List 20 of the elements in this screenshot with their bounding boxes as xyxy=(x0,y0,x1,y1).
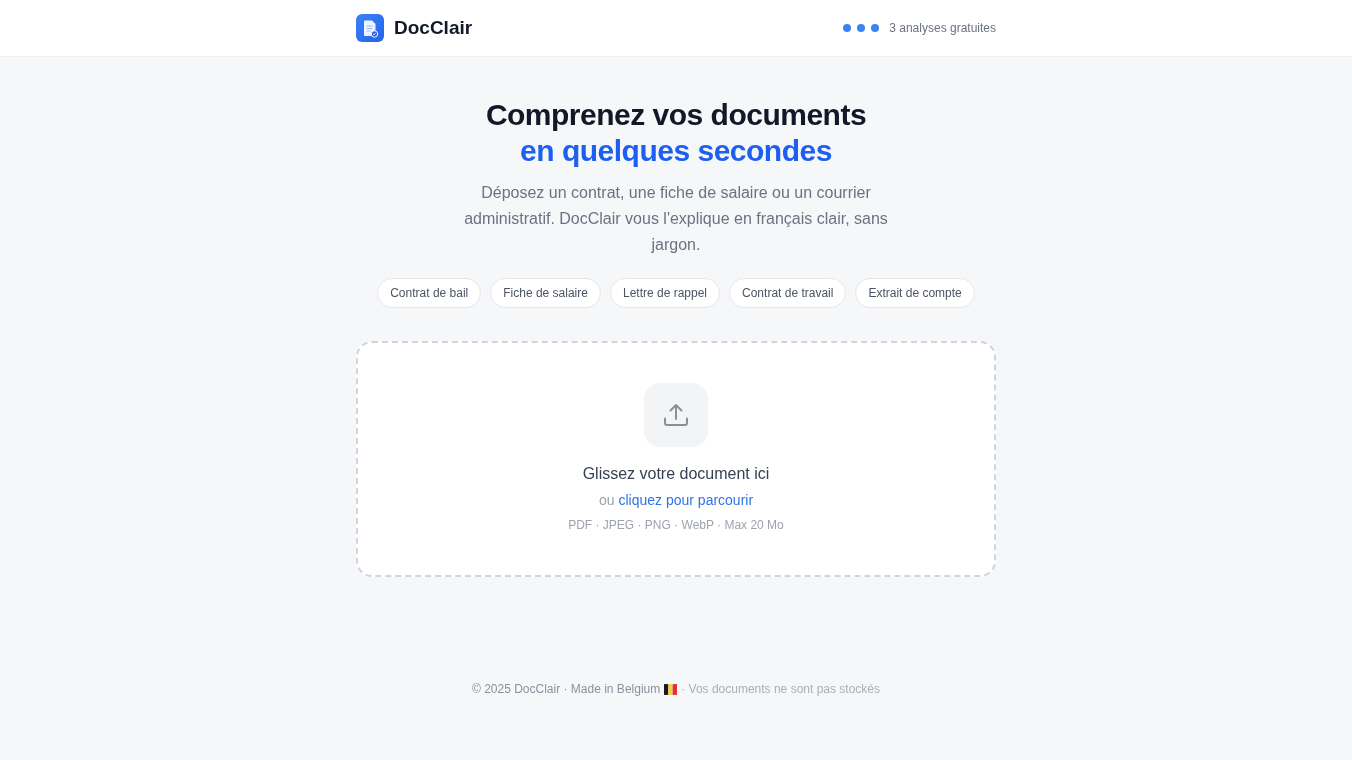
hero-subtitle: Déposez un contrat, une fiche de salaire ou un courrier administratif. DocClair vous l'explique en français clair, sans jargon. xyxy=(463,183,889,255)
example-chip[interactable]: Fiche de salaire xyxy=(490,278,601,308)
footer-copyright: © 2025 DocClair · Made in Belgium xyxy=(471,681,661,697)
footer-note: · Vos documents ne sont pas stockés xyxy=(681,681,880,697)
credits-label: 3 analyses gratuites xyxy=(889,21,996,35)
drop-prompt: Glissez votre document ici xyxy=(582,464,770,484)
example-chip[interactable]: Contrat de travail xyxy=(729,278,847,308)
example-chip[interactable]: Extrait de compte xyxy=(855,278,975,308)
or-text: ou xyxy=(598,491,615,509)
example-chip[interactable]: Contrat de bail xyxy=(377,278,482,308)
flag-icon xyxy=(664,683,678,695)
upload-icon xyxy=(644,383,708,447)
accepted-formats: PDF · JPEG · PNG · WebP · Max 20 Mo xyxy=(568,518,784,532)
browse-link[interactable]: cliquez pour parcourir xyxy=(618,491,754,509)
drop-zone[interactable]: Glissez votre document ici ou cliquez pour parcourir PDF · JPEG · PNG · WebP · Max 20 Mo xyxy=(356,341,996,577)
example-chip[interactable]: Lettre de rappel xyxy=(609,278,721,308)
brand-name: DocClair xyxy=(394,17,473,39)
hero-title: Comprenez vos documents xyxy=(485,97,867,133)
document-icon xyxy=(356,14,384,42)
hero-title-highlight: en quelques secondes xyxy=(520,133,832,169)
